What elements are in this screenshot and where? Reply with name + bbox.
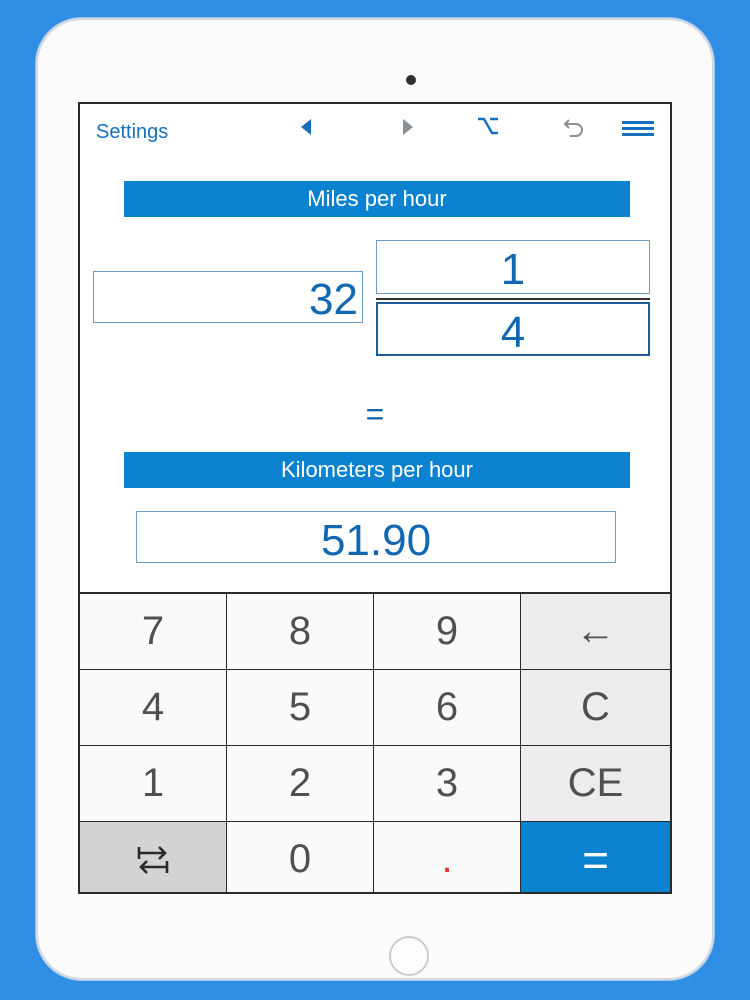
backspace-key[interactable]: ←	[521, 594, 670, 670]
undo-icon[interactable]	[558, 116, 590, 144]
left-arrow-icon[interactable]	[290, 116, 322, 144]
fraction-line	[376, 298, 650, 300]
key-5[interactable]: 5	[227, 670, 374, 746]
home-button[interactable]	[389, 936, 429, 976]
clear-entry-key[interactable]: CE	[521, 746, 670, 822]
decimal-point: .	[441, 837, 453, 881]
key-9[interactable]: 9	[374, 594, 521, 670]
key-6[interactable]: 6	[374, 670, 521, 746]
swap-units-key[interactable]: ⇆	[80, 822, 227, 892]
result-output: 51.90	[136, 511, 616, 565]
right-arrow-icon[interactable]	[392, 116, 424, 144]
key-7[interactable]: 7	[80, 594, 227, 670]
front-camera	[406, 75, 416, 85]
toolbar: Settings	[80, 104, 670, 156]
equals-key[interactable]: =	[521, 822, 670, 892]
key-3[interactable]: 3	[374, 746, 521, 822]
menu-icon[interactable]	[622, 118, 654, 146]
app-screen: Settings Miles per hour 32 1 4 = Kilomet…	[78, 102, 672, 894]
key-0[interactable]: 0	[227, 822, 374, 892]
from-unit-selector[interactable]: Miles per hour	[124, 181, 630, 217]
key-2[interactable]: 2	[227, 746, 374, 822]
swap-icon	[137, 845, 169, 874]
keypad: 7 8 9 ← 4 5 6 C 1 2 3 CE ⇆ 0 . =	[80, 592, 670, 892]
whole-number-input[interactable]: 32	[93, 271, 363, 324]
to-unit-selector[interactable]: Kilometers per hour	[124, 452, 630, 488]
settings-button[interactable]: Settings	[96, 121, 168, 144]
option-icon[interactable]	[472, 116, 504, 144]
denominator-input[interactable]: 4	[376, 302, 650, 357]
key-8[interactable]: 8	[227, 594, 374, 670]
numerator-input[interactable]: 1	[376, 240, 650, 294]
key-1[interactable]: 1	[80, 746, 227, 822]
clear-key[interactable]: C	[521, 670, 670, 746]
equals-sign: =	[365, 396, 385, 432]
decimal-key[interactable]: .	[374, 822, 521, 892]
key-4[interactable]: 4	[80, 670, 227, 746]
